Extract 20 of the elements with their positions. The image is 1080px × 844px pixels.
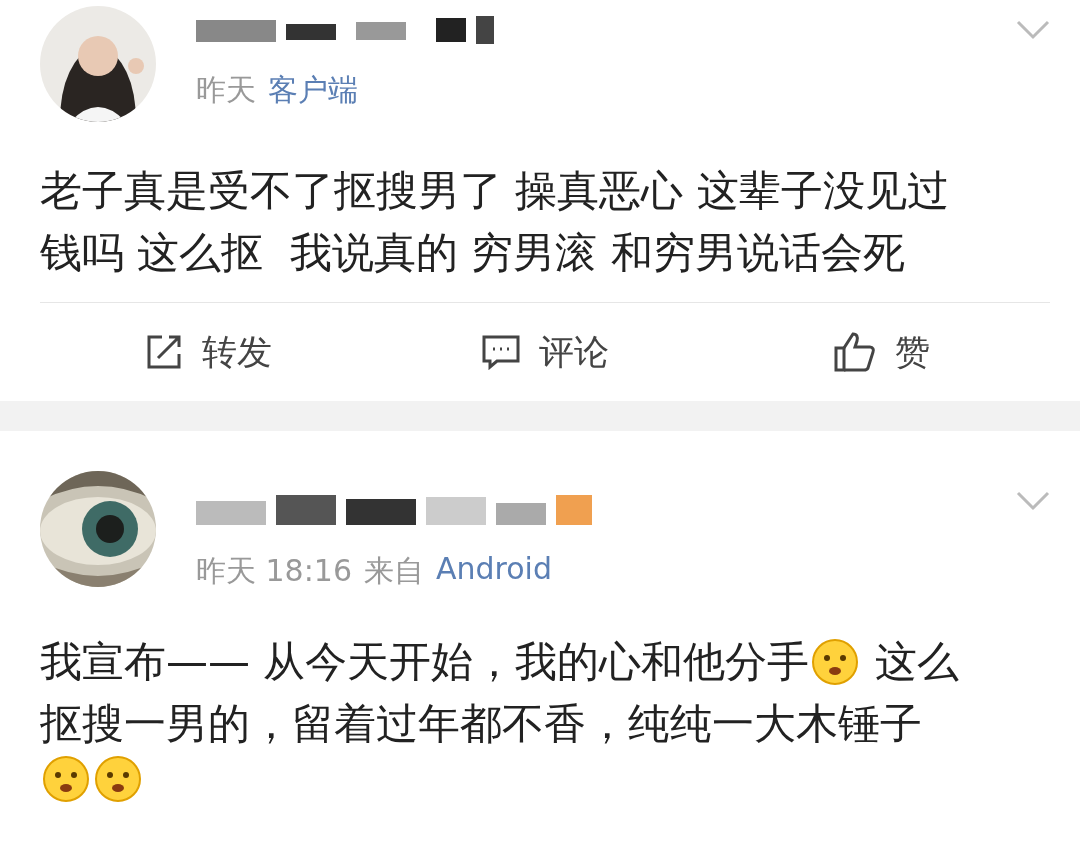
post-time: 昨天	[196, 71, 256, 109]
comment-button[interactable]: 评论	[376, 328, 714, 376]
post-time: 昨天 18:16	[196, 552, 352, 590]
source-label: 来自	[364, 552, 424, 590]
post-text: 我宣布—— 从今天开始，我的心和他分手	[40, 636, 810, 688]
chevron-down-icon[interactable]	[1016, 491, 1050, 511]
emoji-icon	[42, 755, 90, 803]
thumbs-up-icon	[833, 331, 878, 373]
comment-icon	[481, 334, 521, 370]
post-text: 这么	[873, 636, 959, 688]
post-source[interactable]: Android	[436, 551, 552, 592]
post-text: 老子真是受不了抠搜男了 操真恶心 这辈子没见过	[40, 165, 949, 217]
emoji-icon	[94, 755, 142, 803]
chevron-down-icon[interactable]	[1016, 20, 1050, 40]
post-source[interactable]: 客户端	[268, 70, 358, 111]
like-button[interactable]: 赞	[713, 328, 1050, 376]
repost-button[interactable]: 转发	[40, 328, 377, 376]
emoji-icon	[811, 638, 860, 686]
post-text: 抠搜一男的，留着过年都不香，纯纯一大木锤子	[40, 698, 922, 750]
post-text: 钱吗 这么抠 我说真的 穷男滚 和穷男说话会死	[40, 227, 905, 279]
